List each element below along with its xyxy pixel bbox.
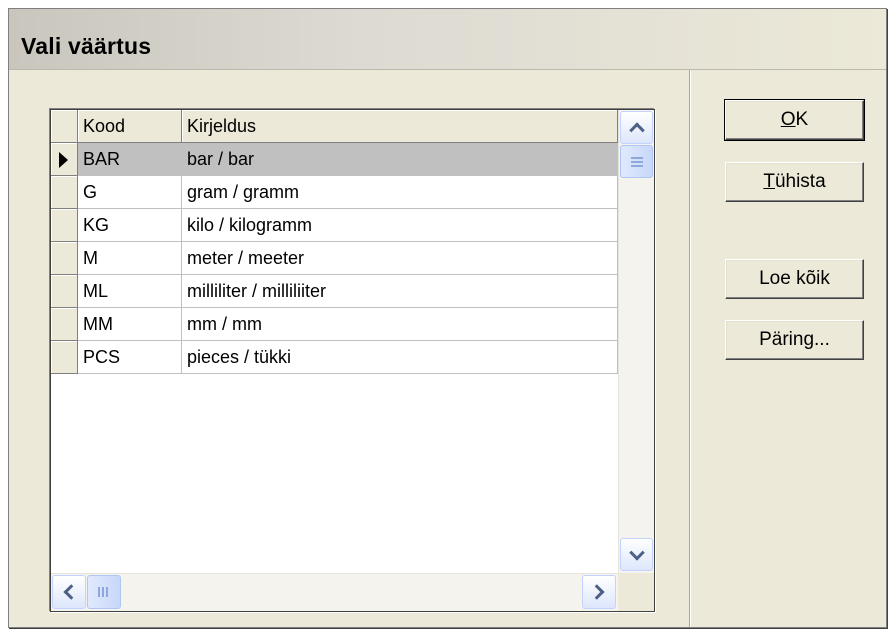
table-row[interactable]: ML milliliter / milliliiter [51, 275, 618, 308]
button-panel: OK Tühista Loe kõik Päring... [691, 70, 886, 627]
ok-rest: K [795, 109, 809, 130]
table-row[interactable]: Ggram / gramm [51, 176, 618, 209]
dialog-window: Vali väärtus Kood Kirjeldus BAR bar / bar… [8, 8, 887, 628]
vertical-scrollbar[interactable] [618, 110, 654, 573]
column-header-kirjeldus[interactable]: Kirjeldus [182, 110, 618, 143]
scroll-right-button[interactable] [582, 575, 616, 609]
cell-kood[interactable]: M [78, 242, 182, 275]
cell-kood[interactable]: ML [78, 275, 182, 308]
table-row[interactable]: MM mm / mm [51, 308, 618, 341]
chevron-down-icon [628, 544, 645, 561]
query-button[interactable]: Päring... [725, 320, 864, 360]
ok-button[interactable]: OK [724, 99, 865, 141]
title-bar[interactable]: Vali väärtus [9, 9, 886, 70]
cell-kirjeldus[interactable]: mm / mm [182, 308, 618, 341]
chevron-up-icon [628, 121, 645, 138]
grip-icon [630, 156, 643, 167]
row-indicator-cell[interactable] [51, 275, 78, 308]
chevron-left-icon [63, 584, 79, 600]
vertical-scroll-thumb[interactable] [620, 145, 653, 178]
scrollbar-corner [618, 573, 654, 611]
values-grid[interactable]: Kood Kirjeldus BAR bar / bar Ggram / gramm… [50, 109, 655, 612]
cell-kirjeldus[interactable]: milliliter / milliliiter [182, 275, 618, 308]
cell-kirjeldus[interactable]: gram / gramm [182, 176, 618, 209]
row-indicator-cell[interactable] [51, 176, 78, 209]
row-indicator-cell[interactable] [51, 209, 78, 242]
ok-accel: O [780, 109, 796, 130]
cell-kirjeldus[interactable]: pieces / tükki [182, 341, 618, 374]
horizontal-scroll-thumb[interactable] [87, 575, 121, 609]
scroll-left-button[interactable] [52, 575, 86, 609]
column-header-kood[interactable]: Kood [78, 110, 182, 143]
cell-kood[interactable]: BAR [78, 143, 182, 176]
grip-icon [98, 587, 110, 597]
window-title: Vali väärtus [21, 33, 152, 59]
scroll-down-button[interactable] [620, 538, 653, 571]
cell-kirjeldus[interactable]: bar / bar [182, 143, 618, 176]
grid-panel: Kood Kirjeldus BAR bar / bar Ggram / gramm… [9, 70, 691, 627]
cancel-button[interactable]: Tühista [725, 162, 864, 202]
horizontal-scrollbar[interactable] [51, 573, 618, 611]
cell-kood[interactable]: G [78, 176, 182, 209]
cell-kirjeldus[interactable]: kilo / kilogramm [182, 209, 618, 242]
cancel-accel: T [763, 171, 775, 192]
cell-kood[interactable]: KG [78, 209, 182, 242]
header-indicator-cell [51, 110, 78, 143]
triangle-right-icon [59, 152, 68, 168]
dialog-body: Kood Kirjeldus BAR bar / bar Ggram / gramm… [9, 70, 886, 627]
cell-kood[interactable]: MM [78, 308, 182, 341]
grid-content: Kood Kirjeldus BAR bar / bar Ggram / gramm… [51, 110, 618, 573]
scroll-up-button[interactable] [620, 111, 653, 144]
grid-header-row: Kood Kirjeldus [51, 110, 618, 143]
table-row[interactable]: KG kilo / kilogramm [51, 209, 618, 242]
row-indicator-cell[interactable] [51, 143, 78, 176]
cancel-rest: ühista [774, 171, 826, 192]
row-indicator-cell[interactable] [51, 308, 78, 341]
row-indicator-cell[interactable] [51, 341, 78, 374]
table-row[interactable]: PCS pieces / tükki [51, 341, 618, 374]
cell-kirjeldus[interactable]: meter / meeter [182, 242, 618, 275]
table-row[interactable]: Mmeter / meeter [51, 242, 618, 275]
load-all-button[interactable]: Loe kõik [725, 259, 864, 299]
table-row[interactable]: BAR bar / bar [51, 143, 618, 176]
cell-kood[interactable]: PCS [78, 341, 182, 374]
row-indicator-cell[interactable] [51, 242, 78, 275]
chevron-right-icon [589, 584, 605, 600]
